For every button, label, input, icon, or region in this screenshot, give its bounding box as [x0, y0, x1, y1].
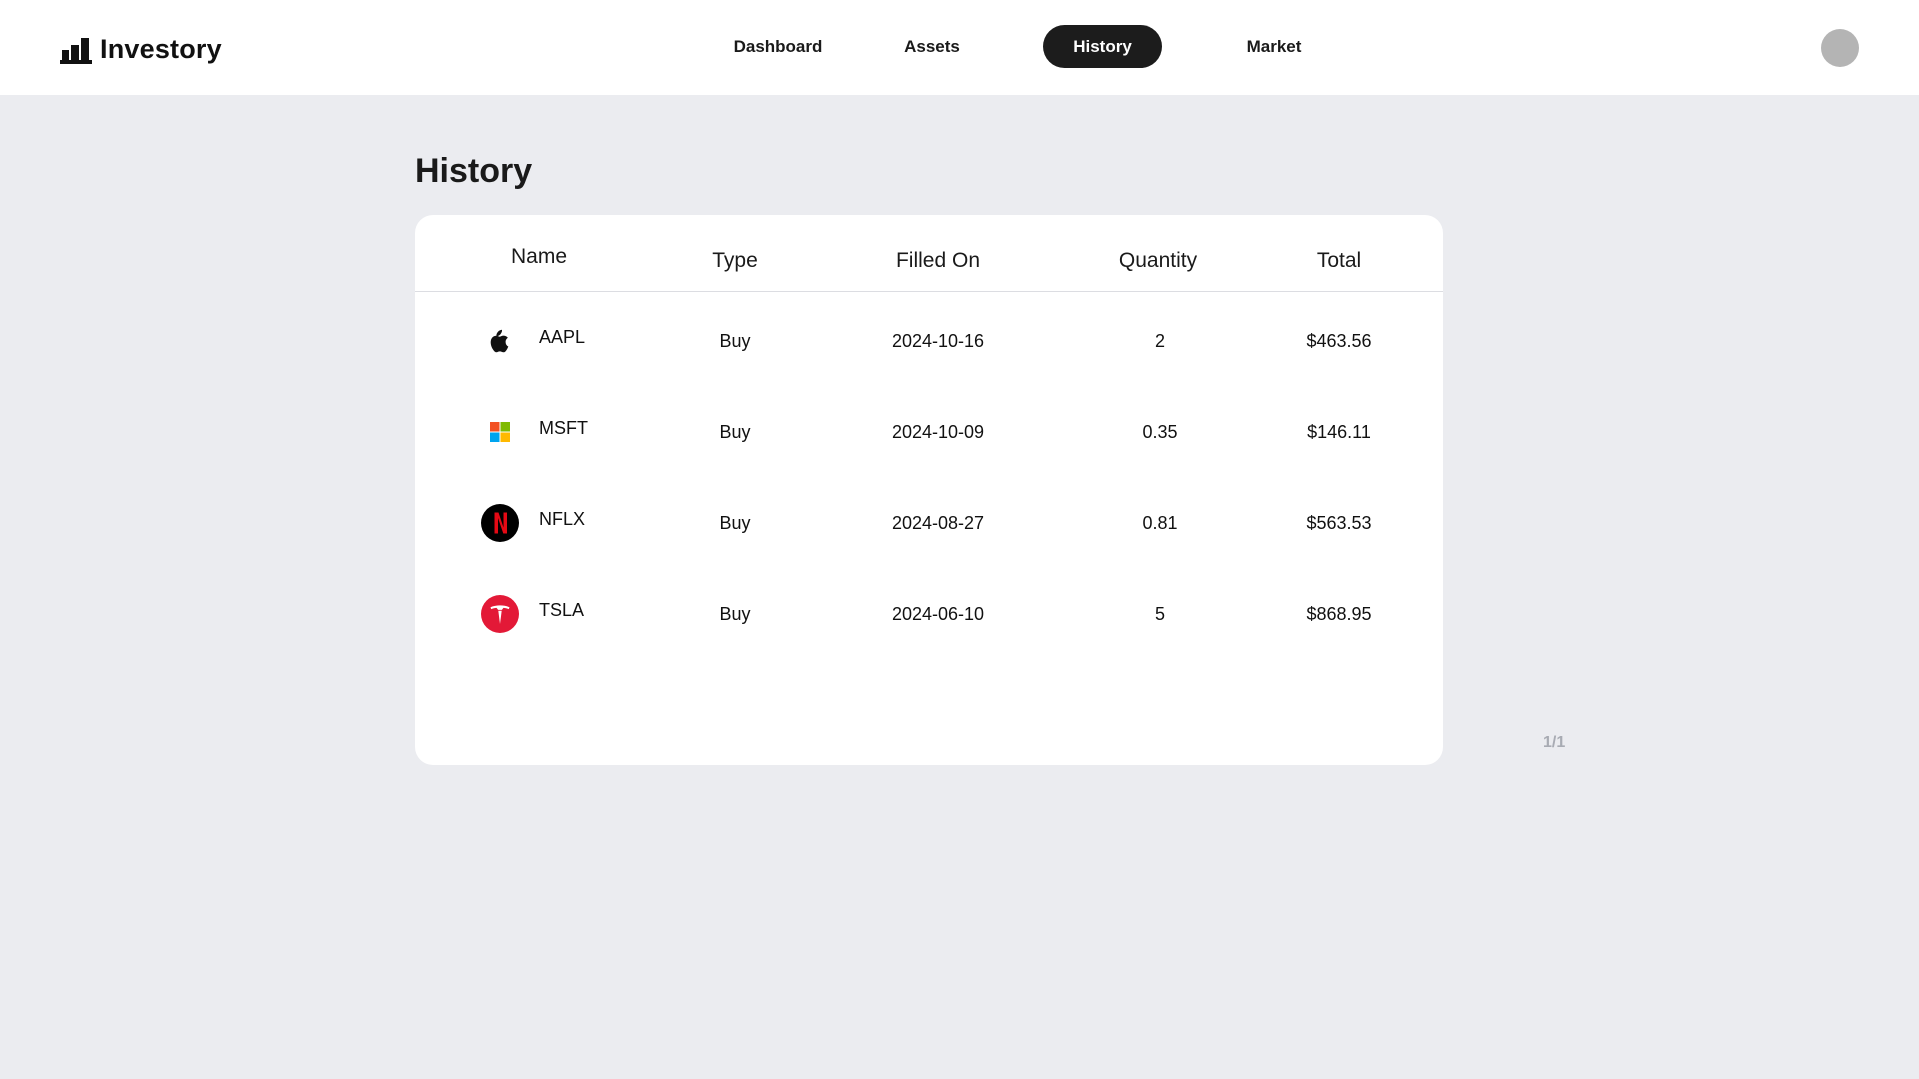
column-header-filled-on: Filled On	[895, 249, 981, 272]
column-header-quantity: Quantity	[1118, 249, 1198, 272]
apple-logo-icon	[481, 322, 519, 360]
total-amount: $146.11	[1307, 422, 1371, 442]
column-header-name: Name	[510, 245, 568, 268]
column-header-type: Type	[712, 249, 758, 272]
history-table: Name Type Filled On Quantity Total AAPL …	[415, 215, 1443, 765]
quantity: 0.35	[1142, 422, 1178, 442]
stock-ticker: TSLA	[539, 600, 585, 620]
filled-on-date: 2024-08-27	[891, 513, 985, 533]
order-type: Buy	[719, 513, 751, 533]
total-amount: $563.53	[1306, 513, 1372, 533]
stock-ticker: AAPL	[539, 327, 586, 347]
bar-chart-icon	[60, 36, 92, 64]
stock-ticker: NFLX	[539, 509, 586, 529]
netflix-logo-icon	[481, 504, 519, 542]
table-row[interactable]: AAPL Buy 2024-10-16 2 $463.56	[415, 303, 1443, 363]
brand-logo[interactable]: Investory	[60, 34, 222, 65]
table-row[interactable]: MSFT Buy 2024-10-09 0.35 $146.11	[415, 394, 1443, 454]
filled-on-date: 2024-10-09	[891, 422, 985, 442]
nav-dashboard[interactable]: Dashboard	[722, 25, 834, 68]
filled-on-date: 2024-10-16	[891, 331, 985, 351]
total-amount: $463.56	[1306, 331, 1372, 351]
quantity: 5	[1154, 604, 1166, 624]
order-type: Buy	[719, 422, 751, 442]
microsoft-logo-icon	[481, 413, 519, 451]
table-row[interactable]: NFLX Buy 2024-08-27 0.81 $563.53	[415, 485, 1443, 545]
brand-name: Investory	[100, 34, 222, 64]
nav-market[interactable]: Market	[1222, 25, 1326, 68]
table-header: Name Type Filled On Quantity Total	[415, 215, 1443, 292]
filled-on-date: 2024-06-10	[891, 604, 985, 624]
nav-history[interactable]: History	[1043, 25, 1162, 68]
order-type: Buy	[719, 331, 751, 351]
page-title: History	[415, 152, 533, 190]
quantity: 0.81	[1142, 513, 1178, 533]
pagination-indicator: 1/1	[1543, 734, 1566, 751]
table-row[interactable]: TSLA Buy 2024-06-10 5 $868.95	[415, 576, 1443, 636]
order-type: Buy	[719, 604, 751, 624]
tesla-logo-icon	[481, 595, 519, 633]
stock-ticker: MSFT	[539, 418, 588, 438]
column-header-total: Total	[1316, 249, 1362, 272]
nav-assets[interactable]: Assets	[880, 25, 984, 68]
user-avatar[interactable]	[1821, 29, 1859, 67]
top-navigation-bar: Investory Dashboard Assets History Marke…	[0, 0, 1919, 95]
quantity: 2	[1154, 331, 1166, 351]
total-amount: $868.95	[1306, 604, 1372, 624]
